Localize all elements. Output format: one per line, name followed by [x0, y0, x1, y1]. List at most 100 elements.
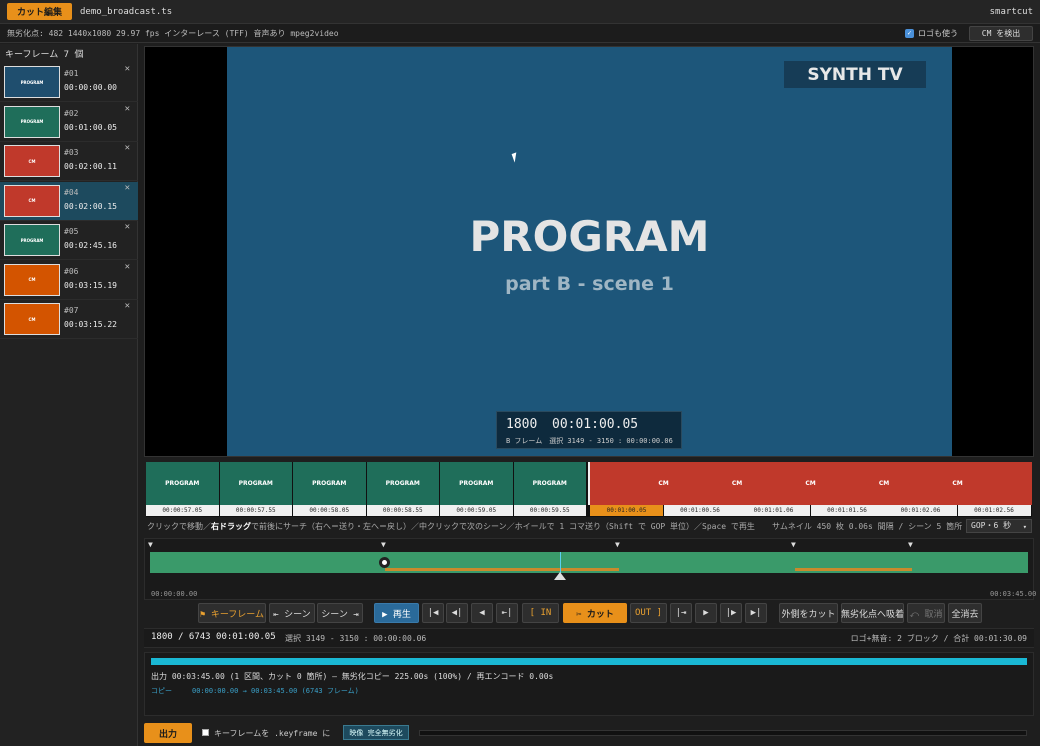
keyframe-number: #02	[64, 108, 79, 118]
filmstrip[interactable]: PROGRAM 00:00:57.05 PROGRAM 00:00:57.55 PROG…	[146, 462, 1032, 517]
strip-frame-program[interactable]: PROGRAM	[366, 462, 439, 505]
next-frame-button[interactable]: ▶	[695, 603, 717, 623]
jump-in-button[interactable]: ⇤|	[496, 603, 518, 623]
strip-playhead	[588, 462, 590, 505]
keyframe-item[interactable]: CM #03 00:02:00.11 ✕	[0, 142, 138, 181]
play-button[interactable]: ▶ 再生	[374, 603, 419, 623]
export-button[interactable]: 出力	[144, 723, 192, 743]
keyframe-thumbnail: CM	[4, 263, 60, 296]
frame-number: 1800	[506, 417, 538, 432]
strip-frame-program[interactable]: PROGRAM	[219, 462, 292, 505]
keyframe-number: #03	[64, 148, 79, 157]
last-frame-button[interactable]: ▶|	[745, 603, 767, 623]
media-info: 無劣化点: 482 1440x1080 29.97 fps インターレース (T…	[7, 29, 339, 38]
logo-block-1	[385, 568, 619, 571]
strip-frame-cm-label: CM	[658, 480, 669, 487]
keyframe-number: #07	[64, 306, 79, 315]
set-out-button[interactable]: OUT ]	[630, 603, 667, 623]
keyframe-number: #06	[64, 266, 79, 276]
strip-frame-program[interactable]: PROGRAM	[293, 462, 366, 505]
strip-frame-time: 00:00:58.05	[293, 505, 366, 516]
next-gop-button[interactable]: |▶	[720, 603, 742, 623]
prev-scene-button[interactable]: ⇤ シーン	[269, 603, 315, 623]
close-icon[interactable]: ✕	[125, 301, 130, 311]
filename: demo_broadcast.ts	[80, 7, 173, 17]
keyframe-item[interactable]: CM #04 00:02:00.15 ✕	[0, 181, 138, 221]
close-icon[interactable]: ✕	[125, 262, 130, 272]
close-icon[interactable]: ✕	[125, 143, 130, 153]
timeline-marker-start[interactable]: ▼	[148, 540, 153, 549]
keyframe-time: 00:00:00.00	[64, 83, 117, 92]
clear-all-button[interactable]: 全消去	[948, 603, 982, 623]
keyframe-number: #04	[64, 187, 79, 197]
keyframe-item[interactable]: CM #07 00:03:15.22 ✕	[0, 300, 138, 339]
output-progress-fill	[151, 658, 1027, 665]
timeline-marker-4[interactable]: ▼	[791, 540, 796, 549]
first-frame-button[interactable]: |◀	[422, 603, 444, 623]
keyframe-time: 00:03:15.22	[64, 320, 117, 329]
timeline-handle[interactable]	[379, 557, 390, 568]
cut-outside-button[interactable]: 外側をカット	[779, 603, 838, 623]
channel-logo: SYNTH TV	[784, 61, 926, 88]
timeline-marker-2[interactable]: ▼	[381, 540, 386, 549]
prev-gop-button[interactable]: ◀|	[446, 603, 468, 623]
strip-frame-time: 00:00:59.05	[440, 505, 513, 516]
undo-button[interactable]: ⤺ 取消	[907, 603, 945, 623]
strip-frame-time: 00:01:01.06	[737, 505, 810, 516]
lossless-badge: 映像 完全無劣化	[343, 725, 409, 740]
close-icon[interactable]: ✕	[125, 183, 130, 193]
keyframe-number: #05	[64, 227, 79, 236]
close-icon[interactable]: ✕	[125, 222, 130, 232]
timeline-marker-5[interactable]: ▼	[908, 540, 913, 549]
close-icon[interactable]: ✕	[125, 64, 130, 74]
strip-frame-program[interactable]: PROGRAM	[440, 462, 513, 505]
keyframe-thumbnail: PROGRAM	[4, 66, 60, 98]
strip-frame-time: 00:00:59.55	[513, 505, 586, 516]
copy-range: 00:00:00.00 → 00:03:45.00 (6743 フレーム)	[192, 687, 359, 695]
gop-select[interactable]: GOP・6 秒 ▾	[966, 519, 1032, 533]
strip-frame-time: 00:00:57.55	[219, 505, 292, 516]
logo-block-2	[795, 568, 912, 571]
timeline-start-time: 00:00:00.00	[151, 590, 198, 598]
program-title: PROGRAM	[469, 212, 710, 261]
thumb-info: サムネイル 450 枚 0.06s 間隔 / シーン 5 箇所 表示	[772, 522, 987, 531]
timeline-marker-3[interactable]: ▼	[615, 540, 620, 549]
keyframe-file-checkbox[interactable]	[202, 729, 209, 736]
strip-frame-time: 00:00:58.55	[366, 505, 439, 516]
detect-cm-button[interactable]: CM を検出	[969, 26, 1033, 41]
strip-frame-program[interactable]: PROGRAM	[146, 462, 219, 505]
keyframe-item[interactable]: CM #06 00:03:15.19 ✕	[0, 261, 138, 300]
keyframe-thumbnail: PROGRAM	[4, 224, 60, 256]
logo-silence-summary: ロゴ+無音: 2 ブロック / 合計 00:01:30.09	[850, 634, 1027, 643]
timeline-end-time: 00:03:45.00	[990, 590, 1037, 598]
prev-frame-button[interactable]: ◀	[471, 603, 493, 623]
strip-frame-time: 00:01:00.56	[663, 505, 737, 516]
keyframe-time: 00:03:15.19	[64, 280, 117, 290]
logo-checkbox[interactable]: ✓	[905, 29, 914, 38]
keyframe-time: 00:02:45.16	[64, 241, 117, 250]
frame-detail: B フレーム 選択 3149 - 3150 : 00:00:00.06	[506, 437, 673, 445]
chevron-down-icon: ▾	[1022, 523, 1027, 531]
set-in-button[interactable]: [ IN	[522, 603, 559, 623]
selection-readout: 選択 3149 - 3150 : 00:00:00.06	[285, 634, 427, 643]
keyframe-thumbnail: CM	[4, 303, 60, 335]
export-progress-track	[419, 730, 1027, 736]
keyframe-item[interactable]: PROGRAM #02 00:01:00.05 ✕	[0, 103, 138, 142]
keyframe-thumbnail: PROGRAM	[4, 105, 60, 138]
snap-button[interactable]: 無劣化点へ吸着	[841, 603, 904, 623]
app-name: smartcut	[989, 7, 1033, 17]
output-summary: 出力 00:03:45.00 (1 区間、カット 0 箇所) — 無劣化コピー …	[151, 672, 554, 681]
hint-bar: クリックで移動／右ドラッグで前後にサーチ（右へ＝送り・左へ＝戻し）／中クリックで…	[147, 521, 755, 532]
tab-cut-edit[interactable]: カット編集	[7, 3, 72, 20]
frame-timecode: 00:01:00.05	[552, 417, 639, 432]
close-icon[interactable]: ✕	[125, 104, 130, 114]
timeline-playhead-icon[interactable]	[554, 572, 566, 580]
strip-frame-time: 00:01:02.06	[884, 505, 957, 516]
jump-out-button[interactable]: |⇥	[670, 603, 692, 623]
keyframe-item[interactable]: PROGRAM #01 00:00:00.00 ✕	[0, 63, 138, 102]
cut-button[interactable]: ✂ カット	[563, 603, 627, 623]
keyframe-item[interactable]: PROGRAM #05 00:02:45.16 ✕	[0, 221, 138, 260]
next-scene-button[interactable]: シーン ⇥	[317, 603, 363, 623]
add-keyframe-button[interactable]: ⚑ キーフレーム	[198, 603, 266, 623]
strip-frame-program[interactable]: PROGRAM	[513, 462, 586, 505]
